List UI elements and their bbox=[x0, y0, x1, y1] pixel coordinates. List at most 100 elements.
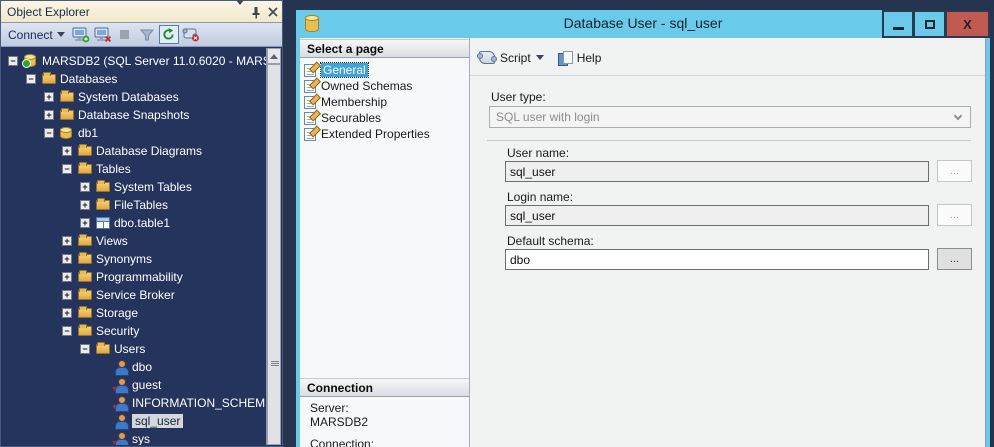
tree-item-label: db1 bbox=[78, 126, 98, 140]
user-disabled-icon bbox=[114, 378, 128, 392]
expand-icon[interactable]: + bbox=[62, 272, 72, 282]
tree-item-label: FileTables bbox=[114, 198, 168, 212]
tree-item-label: Storage bbox=[96, 306, 138, 320]
tree-item[interactable]: −Databases bbox=[2, 70, 266, 88]
server-value: MARSDB2 bbox=[310, 415, 368, 429]
tree-vertical-scrollbar[interactable] bbox=[266, 48, 281, 445]
script-button[interactable]: Script bbox=[479, 51, 544, 65]
tree-item-label: Security bbox=[96, 324, 139, 338]
folder-icon bbox=[78, 254, 92, 264]
server-icon bbox=[24, 54, 36, 67]
tree-item[interactable]: −MARSDB2 (SQL Server 11.0.6020 - MARSD bbox=[2, 52, 266, 70]
stop-icon[interactable] bbox=[115, 25, 135, 44]
tree-item-label: Synonyms bbox=[96, 252, 152, 266]
tree-item[interactable]: + System Tables bbox=[2, 178, 266, 196]
tree-item-label: Tables bbox=[96, 162, 131, 176]
tree-item[interactable]: + Database Diagrams bbox=[2, 142, 266, 160]
disconnect-server-icon[interactable] bbox=[93, 25, 113, 44]
default-schema-input[interactable] bbox=[505, 249, 929, 270]
connection-label: Connection: bbox=[310, 437, 374, 447]
expand-icon[interactable]: + bbox=[62, 308, 72, 318]
expand-icon[interactable]: + bbox=[62, 254, 72, 264]
page-item-securables[interactable]: Securables bbox=[304, 110, 381, 126]
page-item-owned-schemas[interactable]: Owned Schemas bbox=[304, 78, 412, 94]
filter-icon[interactable] bbox=[137, 25, 157, 44]
collapse-icon[interactable]: − bbox=[26, 74, 36, 84]
pin-icon[interactable] bbox=[251, 6, 261, 19]
default-schema-browse-button[interactable]: ... bbox=[937, 248, 972, 270]
folder-icon bbox=[78, 308, 92, 318]
user-name-input bbox=[505, 161, 929, 182]
close-button[interactable]: X bbox=[946, 10, 990, 38]
tree-item[interactable]: sys bbox=[2, 430, 266, 445]
tree-item[interactable]: −Users bbox=[2, 340, 266, 358]
expand-icon[interactable]: + bbox=[80, 182, 90, 192]
tree-item[interactable]: +Views bbox=[2, 232, 266, 250]
tree-item-label: sys bbox=[132, 432, 150, 445]
tree-item-label: System Tables bbox=[114, 180, 192, 194]
page-icon bbox=[304, 128, 316, 141]
close-icon[interactable] bbox=[268, 7, 278, 17]
expand-icon[interactable]: + bbox=[62, 290, 72, 300]
page-item-extended-properties[interactable]: Extended Properties bbox=[304, 126, 430, 142]
connect-button[interactable]: Connect bbox=[8, 28, 65, 42]
collapse-icon[interactable]: − bbox=[8, 56, 18, 66]
folder-icon bbox=[78, 290, 92, 300]
expand-icon[interactable]: + bbox=[62, 146, 72, 156]
help-button[interactable]: Help bbox=[558, 51, 602, 65]
user-disabled-icon bbox=[114, 432, 128, 445]
window-position-icon[interactable] bbox=[236, 1, 244, 23]
tree-item[interactable]: − Tables bbox=[2, 160, 266, 178]
collapse-icon[interactable]: − bbox=[62, 164, 72, 174]
expand-icon[interactable]: + bbox=[62, 236, 72, 246]
page-item-general[interactable]: General bbox=[304, 62, 368, 78]
tree-item[interactable]: INFORMATION_SCHEM bbox=[2, 394, 266, 412]
general-page-content: Script Help User type: SQL user with log… bbox=[470, 38, 985, 447]
select-a-page-header: Select a page bbox=[300, 39, 469, 58]
tree-item[interactable]: − Security bbox=[2, 322, 266, 340]
user-icon bbox=[114, 360, 128, 374]
tree-item[interactable]: +dbo.table1 bbox=[2, 214, 266, 232]
tree-item[interactable]: − db1 bbox=[2, 124, 266, 142]
table-icon bbox=[96, 217, 110, 229]
page-icon bbox=[304, 64, 316, 77]
folder-icon bbox=[96, 344, 110, 354]
tree-item[interactable]: dbo bbox=[2, 358, 266, 376]
expand-icon[interactable]: + bbox=[44, 92, 54, 102]
object-explorer-title: Object Explorer bbox=[7, 5, 90, 19]
tree-item[interactable]: + Service Broker bbox=[2, 286, 266, 304]
script-error-icon[interactable] bbox=[181, 25, 201, 44]
refresh-icon[interactable] bbox=[159, 25, 179, 44]
collapse-icon[interactable]: − bbox=[80, 344, 90, 354]
page-item-label: Membership bbox=[321, 95, 387, 109]
collapse-icon[interactable]: − bbox=[62, 326, 72, 336]
folder-icon bbox=[96, 200, 110, 210]
script-dropdown-icon[interactable] bbox=[536, 55, 544, 60]
maximize-button[interactable] bbox=[914, 10, 946, 38]
tree-item-label: Database Diagrams bbox=[96, 144, 202, 158]
minimize-button[interactable] bbox=[882, 10, 914, 38]
script-icon bbox=[479, 51, 495, 64]
login-name-label: Login name: bbox=[507, 190, 573, 204]
tree-item[interactable]: guest bbox=[2, 376, 266, 394]
collapse-icon[interactable]: − bbox=[44, 128, 54, 138]
page-item-label: Extended Properties bbox=[321, 127, 430, 141]
tree-item[interactable]: + FileTables bbox=[2, 196, 266, 214]
tree-item[interactable]: +Programmability bbox=[2, 268, 266, 286]
scroll-up-icon[interactable] bbox=[267, 48, 281, 64]
expand-icon[interactable]: + bbox=[80, 218, 90, 228]
chevron-down-icon bbox=[950, 110, 966, 125]
tree-item-label: Service Broker bbox=[96, 288, 175, 302]
expand-icon[interactable]: + bbox=[44, 110, 54, 120]
tree-item[interactable]: + Storage bbox=[2, 304, 266, 322]
connect-server-icon[interactable] bbox=[71, 25, 91, 44]
tree-item[interactable]: +Database Snapshots bbox=[2, 106, 266, 124]
section-divider bbox=[487, 140, 971, 141]
scrollbar-thumb[interactable] bbox=[267, 64, 281, 445]
tree-item[interactable]: + Synonyms bbox=[2, 250, 266, 268]
tree-item[interactable]: sql_user bbox=[2, 412, 266, 430]
tree-item[interactable]: +System Databases bbox=[2, 88, 266, 106]
object-explorer-titlebar: Object Explorer bbox=[1, 1, 282, 23]
page-item-membership[interactable]: Membership bbox=[304, 94, 387, 110]
expand-icon[interactable]: + bbox=[80, 200, 90, 210]
